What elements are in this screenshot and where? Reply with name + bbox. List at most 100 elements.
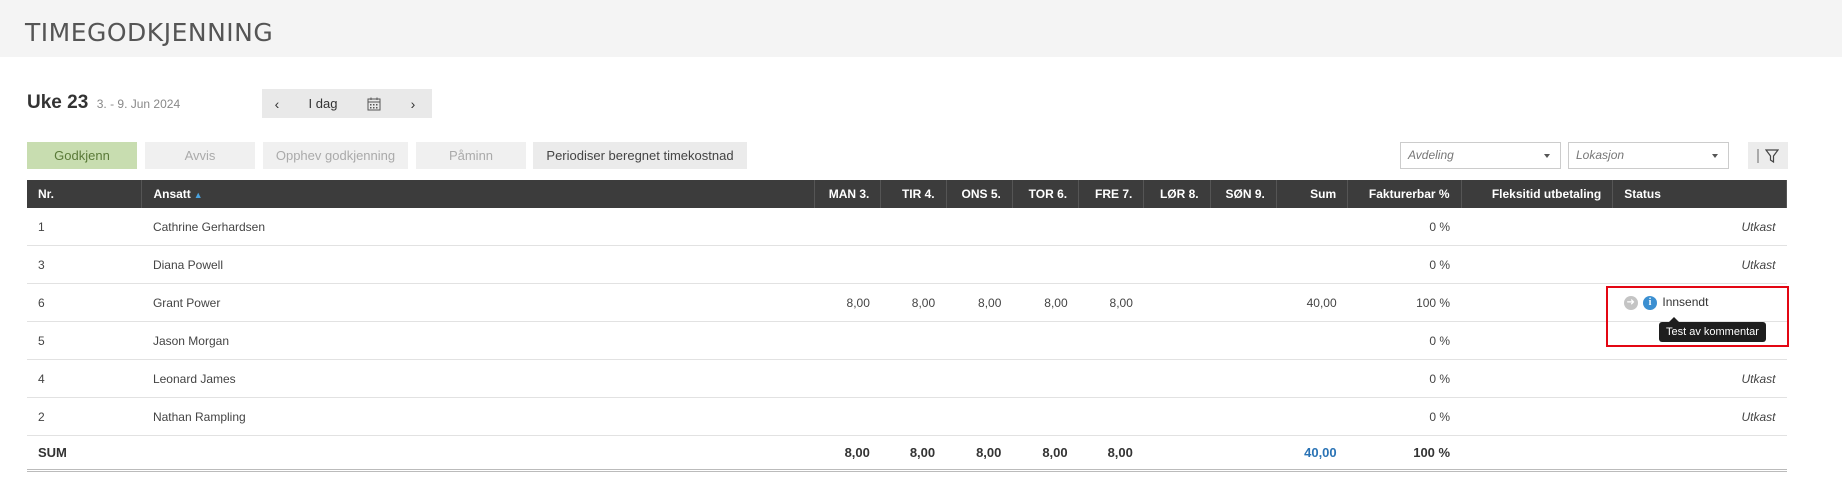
cell-sum[interactable] — [1276, 397, 1348, 436]
table-row: 6 Grant Power 8,00 8,00 8,00 8,00 8,00 4… — [27, 283, 1787, 322]
approve-button[interactable]: Godkjenn — [27, 142, 137, 169]
info-icon[interactable]: i — [1643, 295, 1658, 310]
sum-tue: 8,00 — [880, 435, 947, 472]
chevron-down-icon — [1544, 154, 1550, 158]
cell-sat[interactable] — [1143, 283, 1211, 322]
previous-week-button[interactable]: ‹ — [262, 96, 292, 112]
status-badge: Utkast — [1612, 208, 1787, 246]
reject-button[interactable]: Avvis — [145, 142, 255, 169]
cell-wed[interactable] — [946, 245, 1013, 284]
employee-link[interactable]: Grant Power — [141, 283, 815, 322]
employee-link[interactable]: Jason Morgan — [141, 321, 815, 360]
cell-sun[interactable] — [1210, 321, 1277, 360]
cell-tue[interactable] — [880, 245, 947, 284]
column-header-flex-payout[interactable]: Fleksitid utbetaling — [1461, 180, 1614, 208]
cell-fri[interactable]: 8,00 — [1078, 283, 1144, 322]
cell-sat[interactable] — [1143, 245, 1211, 284]
cell-fri[interactable] — [1078, 208, 1144, 246]
location-select[interactable]: Lokasjon — [1568, 142, 1729, 169]
sort-ascending-icon: ▲ — [193, 190, 203, 200]
cell-wed[interactable] — [946, 321, 1013, 360]
cell-tue[interactable] — [880, 359, 947, 398]
sum-thu: 8,00 — [1012, 435, 1079, 472]
next-week-button[interactable]: › — [394, 96, 432, 112]
cell-thu[interactable] — [1012, 208, 1079, 246]
cell-fri[interactable] — [1078, 245, 1144, 284]
sum-row: SUM 8,00 8,00 8,00 8,00 8,00 40,00 100 % — [27, 435, 1787, 472]
cell-mon[interactable] — [814, 397, 881, 436]
column-header-nr[interactable]: Nr. — [27, 180, 143, 208]
revoke-approval-button[interactable]: Opphev godkjenning — [263, 142, 408, 169]
cell-wed[interactable] — [946, 359, 1013, 398]
cell-sun[interactable] — [1210, 245, 1277, 284]
cell-wed[interactable]: 8,00 — [946, 283, 1013, 322]
status-cell: ➜ i Innsendt — [1612, 283, 1787, 322]
sum-flex — [1461, 435, 1613, 472]
sum-status — [1612, 435, 1787, 472]
cell-nr: 2 — [27, 397, 142, 436]
column-header-fri[interactable]: FRE 7. — [1078, 180, 1145, 208]
cell-fri[interactable] — [1078, 321, 1144, 360]
column-header-mon[interactable]: MAN 3. — [814, 180, 882, 208]
cell-sun[interactable] — [1210, 359, 1277, 398]
cell-sum[interactable] — [1276, 321, 1348, 360]
column-header-sum[interactable]: Sum — [1276, 180, 1349, 208]
cell-tue[interactable] — [880, 321, 947, 360]
cell-mon[interactable]: 8,00 — [814, 283, 881, 322]
column-header-billable[interactable]: Fakturerbar % — [1347, 180, 1462, 208]
employee-link[interactable]: Nathan Rampling — [141, 397, 815, 436]
employee-link[interactable]: Diana Powell — [141, 245, 815, 284]
department-select[interactable]: Avdeling — [1400, 142, 1561, 169]
cell-wed[interactable] — [946, 397, 1013, 436]
column-header-wed[interactable]: ONS 5. — [946, 180, 1013, 208]
cell-tue[interactable] — [880, 397, 947, 436]
forward-arrow-icon[interactable]: ➜ — [1623, 295, 1638, 310]
cell-mon[interactable] — [814, 321, 881, 360]
sum-total: 40,00 — [1276, 435, 1348, 472]
cell-fri[interactable] — [1078, 397, 1144, 436]
filter-button[interactable] — [1748, 142, 1788, 169]
cell-sat[interactable] — [1143, 321, 1211, 360]
cell-sat[interactable] — [1143, 208, 1211, 246]
cell-thu[interactable] — [1012, 359, 1079, 398]
cell-sum[interactable] — [1276, 245, 1348, 284]
cell-mon[interactable] — [814, 245, 881, 284]
cell-mon[interactable] — [814, 359, 881, 398]
cell-tue[interactable] — [880, 208, 947, 246]
column-header-tue[interactable]: TIR 4. — [880, 180, 947, 208]
calendar-icon[interactable] — [354, 97, 394, 111]
table-row: 1 Cathrine Gerhardsen 0 % Utkast — [27, 208, 1787, 246]
sum-mon: 8,00 — [814, 435, 881, 472]
cell-mon[interactable] — [814, 208, 881, 246]
cell-fri[interactable] — [1078, 359, 1144, 398]
today-button[interactable]: I dag — [292, 96, 354, 111]
cell-sun[interactable] — [1210, 397, 1277, 436]
cell-sun[interactable] — [1210, 283, 1277, 322]
employee-link[interactable]: Cathrine Gerhardsen — [141, 208, 815, 246]
cell-sun[interactable] — [1210, 208, 1277, 246]
employee-link[interactable]: Leonard James — [141, 359, 815, 398]
cell-sat[interactable] — [1143, 359, 1211, 398]
column-header-status[interactable]: Status — [1612, 180, 1787, 208]
cell-thu[interactable] — [1012, 321, 1079, 360]
column-header-thu[interactable]: TOR 6. — [1012, 180, 1080, 208]
accrue-cost-button[interactable]: Periodiser beregnet timekostnad — [533, 142, 747, 169]
timesheet-table: Nr. Ansatt ▲ MAN 3. TIR 4. ONS 5. TOR 6. … — [27, 180, 1787, 472]
cell-sat[interactable] — [1143, 397, 1211, 436]
column-header-sat[interactable]: LØR 8. — [1143, 180, 1211, 208]
cell-nr: 5 — [27, 321, 142, 360]
cell-thu[interactable] — [1012, 397, 1079, 436]
column-header-sun[interactable]: SØN 9. — [1210, 180, 1277, 208]
sum-billable: 100 % — [1347, 435, 1462, 472]
cell-tue[interactable]: 8,00 — [880, 283, 947, 322]
cell-thu[interactable]: 8,00 — [1012, 283, 1079, 322]
sum-wed: 8,00 — [946, 435, 1013, 472]
cell-wed[interactable] — [946, 208, 1013, 246]
cell-billable: 100 % — [1347, 283, 1462, 322]
cell-sum[interactable] — [1276, 208, 1348, 246]
remind-button[interactable]: Påminn — [416, 142, 526, 169]
cell-thu[interactable] — [1012, 245, 1079, 284]
column-header-employee[interactable]: Ansatt ▲ — [141, 180, 816, 208]
cell-sum[interactable] — [1276, 359, 1348, 398]
cell-sum[interactable]: 40,00 — [1276, 283, 1348, 322]
